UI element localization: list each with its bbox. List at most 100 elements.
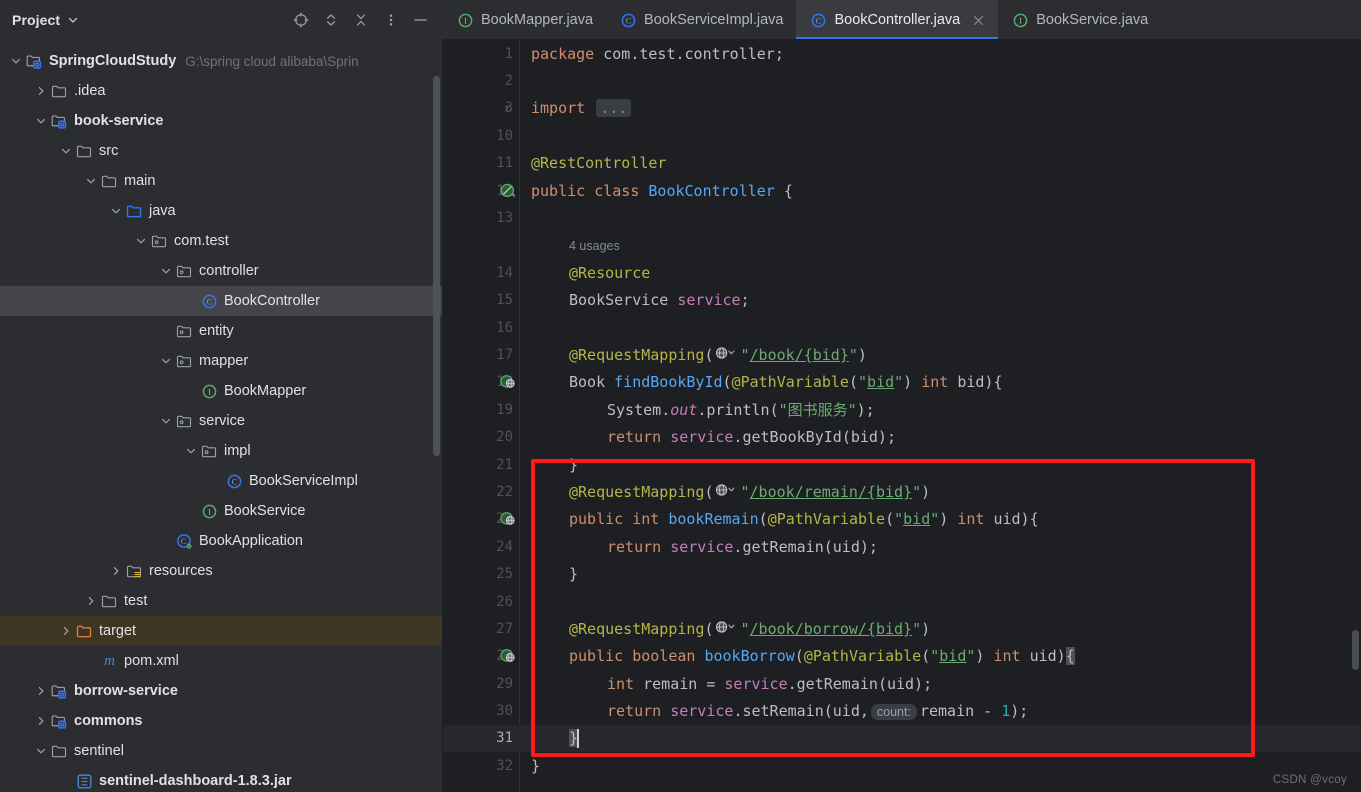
chevron-right-icon[interactable] [33,84,48,99]
chevron-down-icon[interactable] [158,354,173,369]
tree-item-borrow-service[interactable]: borrow-service [0,676,442,706]
chevron-right-icon[interactable] [58,624,73,639]
tree-item-commons[interactable]: commons [0,706,442,736]
tree-item-mapper[interactable]: mapper [0,346,442,376]
chevron-right-icon[interactable] [33,684,48,699]
chevron-down-icon[interactable] [58,144,73,159]
line-gutter[interactable]: 21 [443,451,519,478]
line-gutter[interactable]: 30 [443,697,519,724]
line-gutter[interactable]: 29 [443,670,519,697]
code-text[interactable] [519,204,1361,231]
code-text[interactable]: @RequestMapping("/book/borrow/{bid}") [519,615,1361,642]
tree-item-bookserviceimpl[interactable]: C BookServiceImpl [0,466,442,496]
line-gutter[interactable]: 3 › [443,95,519,122]
code-text[interactable]: import ... [519,95,1361,122]
chevron-down-icon[interactable] [158,264,173,279]
tree-item-main[interactable]: main [0,166,442,196]
code-text[interactable]: package com.test.controller; [519,40,1361,67]
tree-item-springcloudstudy[interactable]: SpringCloudStudy G:\spring cloud alibaba\… [0,46,442,76]
chevron-down-icon[interactable] [33,114,48,129]
chevron-right-icon[interactable] [108,564,123,579]
code-text[interactable]: } [519,752,1361,779]
chevron-down-icon[interactable] [158,414,173,429]
tree-item-target[interactable]: target [0,616,442,646]
line-gutter[interactable]: 14 [443,259,519,286]
project-tree-panel[interactable]: SpringCloudStudy G:\spring cloud alibaba\… [0,40,443,792]
tree-item-sentinel[interactable]: sentinel [0,736,442,766]
chevron-down-icon[interactable] [83,174,98,189]
editor-tab-bookmapper[interactable]: I BookMapper.java [443,0,606,39]
line-gutter[interactable]: 25 [443,560,519,587]
more-options-icon[interactable] [382,11,399,28]
tree-item--idea[interactable]: .idea [0,76,442,106]
chevron-right-icon[interactable] [33,714,48,729]
code-editor[interactable]: 1 package com.test.controller; 2 3 › import .… [443,40,1361,792]
tree-item-bookservice[interactable]: I BookService [0,496,442,526]
spring-endpoint-gutter-icon[interactable] [500,374,516,390]
code-text[interactable]: } [519,725,1361,752]
code-text[interactable]: @Resource [519,259,1361,286]
code-text[interactable]: return service.getBookById(bid); [519,423,1361,450]
code-text[interactable]: @RequestMapping("/book/remain/{bid}") [519,478,1361,505]
tree-item-java[interactable]: java [0,196,442,226]
line-gutter[interactable]: 26 [443,588,519,615]
close-icon[interactable] [972,14,985,27]
editor-scrollbar[interactable] [1352,630,1359,670]
tree-item-bookcontroller[interactable]: C BookController [0,286,442,316]
tree-item-src[interactable]: src [0,136,442,166]
line-gutter[interactable]: 24 [443,533,519,560]
editor-tab-bookservice[interactable]: I BookService.java [998,0,1161,39]
code-text[interactable]: Book findBookById(@PathVariable("bid") i… [519,369,1361,396]
line-gutter[interactable] [443,232,519,259]
code-text[interactable]: System.out.println("图书服务"); [519,396,1361,423]
code-text[interactable] [519,67,1361,94]
code-text[interactable]: } [519,451,1361,478]
spring-bean-gutter-icon[interactable] [500,183,516,199]
editor-tab-bookcontroller[interactable]: C BookController.java [796,0,999,39]
line-gutter[interactable]: 2 [443,67,519,94]
code-text[interactable]: public int bookRemain(@PathVariable("bid… [519,506,1361,533]
line-gutter[interactable]: 13 [443,204,519,231]
tree-item-service[interactable]: service [0,406,442,436]
line-gutter[interactable]: 22 [443,478,519,505]
code-text[interactable] [519,122,1361,149]
fold-expand-icon[interactable]: › [503,101,510,115]
line-gutter[interactable]: 15 [443,287,519,314]
locate-icon[interactable] [292,11,309,28]
code-text[interactable] [519,588,1361,615]
chevron-down-icon[interactable] [108,204,123,219]
tree-item-entity[interactable]: entity [0,316,442,346]
line-gutter[interactable]: 1 [443,40,519,67]
line-gutter[interactable]: 28 [443,643,519,670]
chevron-down-icon[interactable] [133,234,148,249]
line-gutter[interactable]: 19 [443,396,519,423]
code-text[interactable]: @RequestMapping("/book/{bid}") [519,341,1361,368]
sidebar-scrollbar[interactable] [433,76,440,456]
line-gutter[interactable]: 31 [443,725,519,752]
chevron-right-icon[interactable] [83,594,98,609]
line-gutter[interactable]: 16 [443,314,519,341]
tree-item-test[interactable]: test [0,586,442,616]
tree-item-com-test[interactable]: com.test [0,226,442,256]
code-text[interactable]: int remain = service.getRemain(uid); [519,670,1361,697]
spring-endpoint-gutter-icon[interactable] [500,511,516,527]
line-gutter[interactable]: 23 [443,506,519,533]
code-text[interactable]: 4 usages [519,232,1361,259]
spring-endpoint-gutter-icon[interactable] [500,648,516,664]
code-text[interactable]: return service.getRemain(uid); [519,533,1361,560]
line-gutter[interactable]: 18 [443,369,519,396]
minimize-icon[interactable] [412,11,429,28]
code-text[interactable]: @RestController [519,150,1361,177]
chevron-down-icon[interactable] [8,54,23,69]
code-text[interactable]: BookService service; [519,287,1361,314]
line-gutter[interactable]: 32 [443,752,519,779]
editor-tab-bookserviceimpl[interactable]: C BookServiceImpl.java [606,0,796,39]
tree-item-bookmapper[interactable]: I BookMapper [0,376,442,406]
collapse-all-icon[interactable] [352,11,369,28]
line-gutter[interactable]: 17 [443,341,519,368]
tree-item-resources[interactable]: resources [0,556,442,586]
line-gutter[interactable]: 12 [443,177,519,204]
code-text[interactable]: return service.setRemain(uid, count: remai… [519,697,1361,724]
line-gutter[interactable]: 11 [443,150,519,177]
line-gutter[interactable]: 20 [443,423,519,450]
